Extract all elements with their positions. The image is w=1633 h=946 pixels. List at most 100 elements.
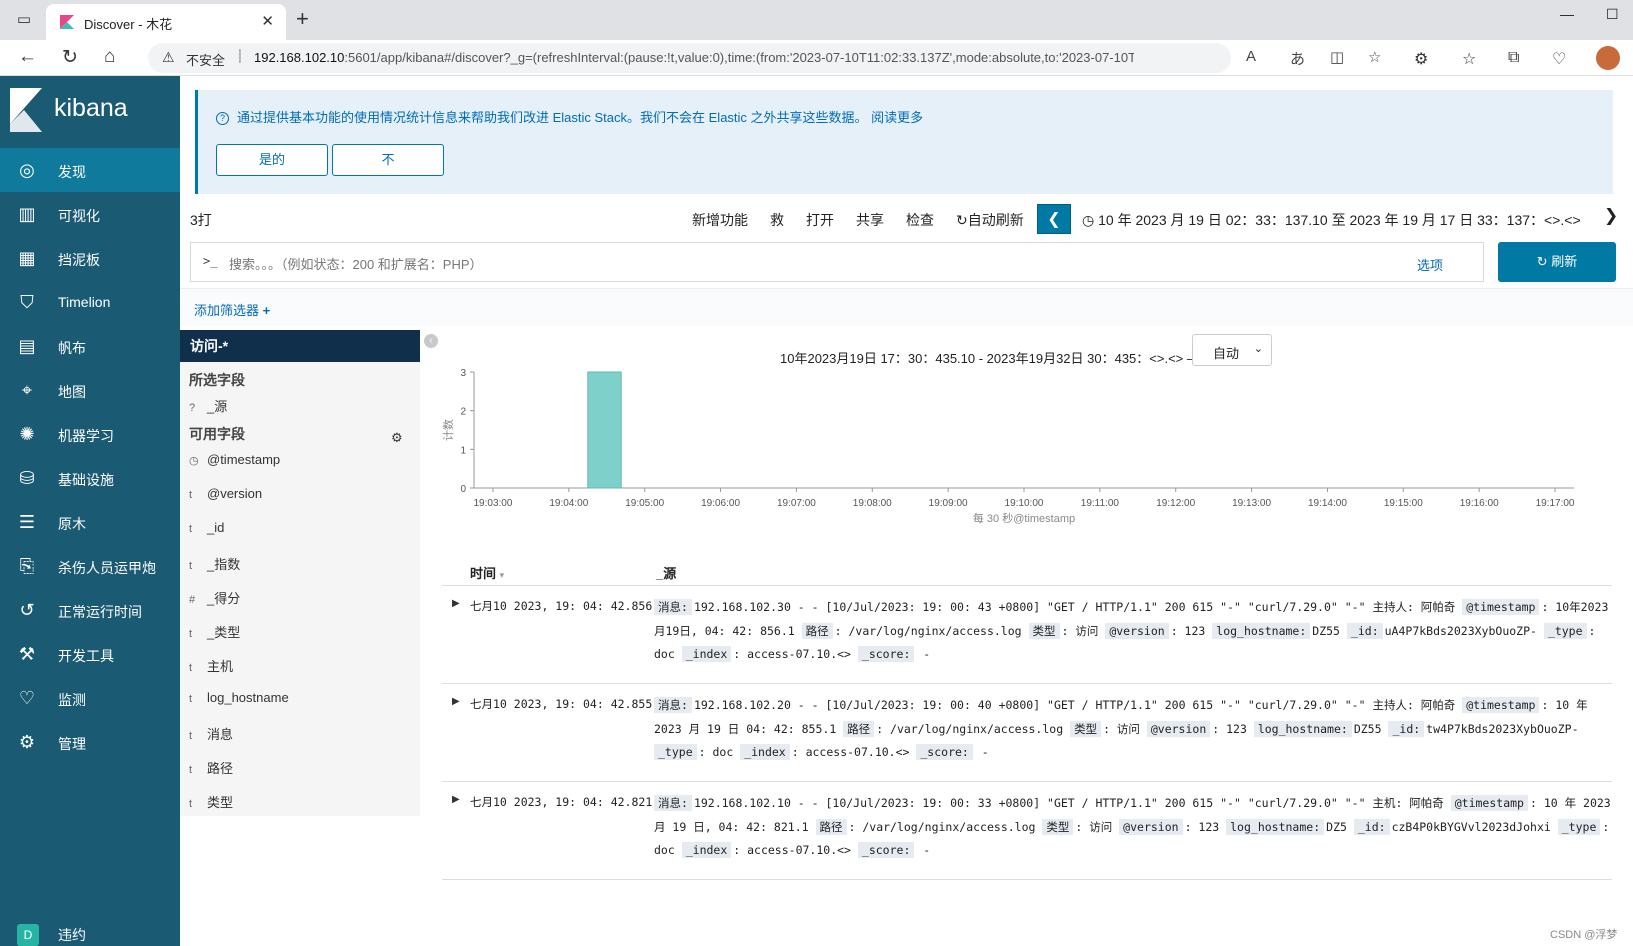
- field-type-icon: t: [189, 523, 193, 535]
- source-field-value: : doc: [698, 745, 734, 759]
- callout-no-button[interactable]: 不: [332, 144, 444, 176]
- favorites-icon[interactable]: ☆: [1462, 49, 1476, 69]
- y-axis-title: 计数: [442, 419, 455, 441]
- available-field[interactable]: t log_hostname: [189, 690, 409, 710]
- interval-select[interactable]: 自动 ⌄: [1192, 334, 1272, 366]
- back-icon[interactable]: ←: [18, 46, 37, 68]
- sidebar-item-12[interactable]: ♡ 监测: [0, 676, 180, 720]
- field-name: @timestamp: [207, 452, 281, 467]
- y-tick-label: 0: [460, 484, 466, 495]
- expand-row-icon[interactable]: ▶: [452, 598, 460, 609]
- available-field[interactable]: t 消息: [189, 724, 409, 744]
- time-range-picker[interactable]: ◷ 10 年 2023 月 19 日 02：33：137.10 至 2023 年…: [1082, 210, 1581, 230]
- expand-row-icon[interactable]: ▶: [452, 794, 460, 805]
- collections-icon[interactable]: ⧉: [1508, 49, 1519, 67]
- available-field[interactable]: t _id: [189, 520, 409, 540]
- source-field-key: @version: [1146, 720, 1211, 737]
- minimize-icon[interactable]: —: [1560, 6, 1574, 22]
- collapse-sidebar-icon[interactable]: ‹: [424, 334, 438, 348]
- query-options-link[interactable]: 选项: [1417, 255, 1443, 274]
- sidebar-item-3[interactable]: ⛉ Timelion: [0, 280, 180, 324]
- available-field[interactable]: t _类型: [189, 622, 409, 642]
- topnav-save[interactable]: 救: [770, 210, 784, 230]
- sidebar-item-13[interactable]: ⚙ 管理: [0, 720, 180, 764]
- column-time[interactable]: 时间 ▾: [470, 563, 504, 582]
- field-name: _id: [207, 520, 225, 535]
- query-bar[interactable]: >_ 搜索。。。（例如状态：200 和扩展名：PHP） 选项: [190, 242, 1484, 282]
- topnav-share[interactable]: 共享: [856, 210, 884, 230]
- sidebar-item-9[interactable]: ⎘ 杀伤人员运甲炮: [0, 544, 180, 588]
- refresh-button[interactable]: ↻ 刷新: [1498, 242, 1616, 282]
- source-field-key: 类型: [1028, 622, 1060, 639]
- topnav-inspect[interactable]: 检查: [906, 210, 934, 230]
- apm-icon: ⎘: [19, 556, 35, 576]
- topnav-auto-refresh[interactable]: ↻自动刷新: [956, 210, 1024, 230]
- split-screen-icon[interactable]: ◫: [1330, 48, 1344, 66]
- maximize-icon[interactable]: ☐: [1606, 6, 1619, 23]
- kibana-logo[interactable]: kibana: [0, 76, 180, 148]
- chevron-down-icon: ⌄: [1253, 343, 1263, 355]
- expand-row-icon[interactable]: ▶: [452, 696, 460, 707]
- browser-tab[interactable]: Discover - 木花 ✕: [46, 4, 286, 40]
- favorite-star-icon[interactable]: ☆: [1368, 48, 1381, 66]
- gear-icon: ⚙: [18, 732, 36, 752]
- sidebar-item-10[interactable]: ↺ 正常运行时间: [0, 588, 180, 632]
- available-field[interactable]: t @version: [189, 486, 409, 506]
- source-field-key: 路径: [843, 720, 875, 737]
- sidebar-item-2[interactable]: ▦ 挡泥板: [0, 236, 180, 280]
- field-list-panel: 访问-* 所选字段 ? _源 可用字段 ⚙ ◷ @timestamp t @versio…: [180, 330, 420, 816]
- devtools-icon: ⚒: [18, 644, 36, 664]
- translate-icon[interactable]: あ: [1290, 48, 1305, 69]
- sidebar-item-7[interactable]: ⛁ 基础设施: [0, 456, 180, 500]
- sidebar-item-label: 原木: [58, 516, 86, 532]
- source-field-value: : 访问: [1061, 623, 1099, 638]
- extensions-icon[interactable]: ⚙: [1414, 49, 1428, 69]
- url-bar[interactable]: ⚠ 不安全 | 192.168.102.10:5601/app/kibana#/…: [148, 43, 1381, 73]
- space-avatar[interactable]: D: [17, 924, 39, 946]
- available-field[interactable]: ◷ @timestamp: [189, 452, 409, 472]
- sidebar-item-1[interactable]: ▥ 可视化: [0, 192, 180, 236]
- new-tab-button[interactable]: +: [296, 6, 309, 32]
- field-name: _源: [207, 399, 228, 414]
- reload-icon[interactable]: ↻: [62, 46, 78, 69]
- kibana-wordmark: kibana: [54, 94, 128, 122]
- home-icon[interactable]: ⌂: [104, 46, 115, 68]
- topnav-open[interactable]: 打开: [806, 210, 834, 230]
- sidebar-item-4[interactable]: ▤ 帆布: [0, 324, 180, 368]
- tab-close-icon[interactable]: ✕: [261, 12, 274, 30]
- source-field-key: 消息:: [654, 599, 692, 615]
- time-back-button[interactable]: ❮: [1037, 204, 1071, 234]
- sidebar-item-label: 开发工具: [58, 648, 114, 664]
- sidebar-item-11[interactable]: ⚒ 开发工具: [0, 632, 180, 676]
- sidebar-item-0[interactable]: ◎ 发现: [0, 148, 180, 192]
- available-field[interactable]: t _指数: [189, 554, 409, 574]
- available-field[interactable]: t 类型: [189, 792, 409, 812]
- available-field[interactable]: t 路径: [189, 758, 409, 778]
- row-time: 七月10 2023, 19: 04: 42.855: [470, 697, 653, 711]
- time-forward-icon[interactable]: ❯: [1604, 206, 1618, 226]
- available-field[interactable]: t 主机: [189, 656, 409, 676]
- visualize-icon: ▥: [18, 204, 36, 224]
- sidebar-item-6[interactable]: ✺ 机器学习: [0, 412, 180, 456]
- tab-actions-icon[interactable]: ▭: [14, 10, 34, 30]
- read-aloud-icon[interactable]: A: [1246, 48, 1256, 65]
- add-filter-button[interactable]: 添加筛选器 +: [194, 300, 270, 319]
- source-field-value: uA4P7kBds2023XybOuoZP-: [1384, 623, 1537, 638]
- search-input[interactable]: 搜索。。。（例如状态：200 和扩展名：PHP）: [229, 254, 483, 273]
- source-field-key: @version: [1119, 818, 1183, 835]
- field-settings-gear-icon[interactable]: ⚙: [391, 430, 403, 446]
- help-icon: ?: [216, 112, 229, 125]
- profile-avatar[interactable]: [1596, 46, 1620, 70]
- topnav-new[interactable]: 新增功能: [692, 210, 748, 230]
- sidebar-item-8[interactable]: ☰ 原木: [0, 500, 180, 544]
- callout-yes-button[interactable]: 是的: [216, 144, 328, 176]
- browser-essentials-icon[interactable]: ♡: [1552, 49, 1566, 69]
- monitoring-icon: ♡: [18, 688, 36, 708]
- selected-field[interactable]: ? _源: [189, 396, 409, 416]
- index-pattern-selector[interactable]: 访问-*: [180, 330, 420, 362]
- url-text[interactable]: 192.168.102.10:5601/app/kibana#/discover…: [254, 50, 1134, 65]
- space-label[interactable]: 违约: [58, 925, 86, 945]
- x-tick-label: 19:10:00: [1005, 498, 1044, 509]
- sidebar-item-5[interactable]: ⌖ 地图: [0, 368, 180, 412]
- available-field[interactable]: # _得分: [189, 588, 409, 608]
